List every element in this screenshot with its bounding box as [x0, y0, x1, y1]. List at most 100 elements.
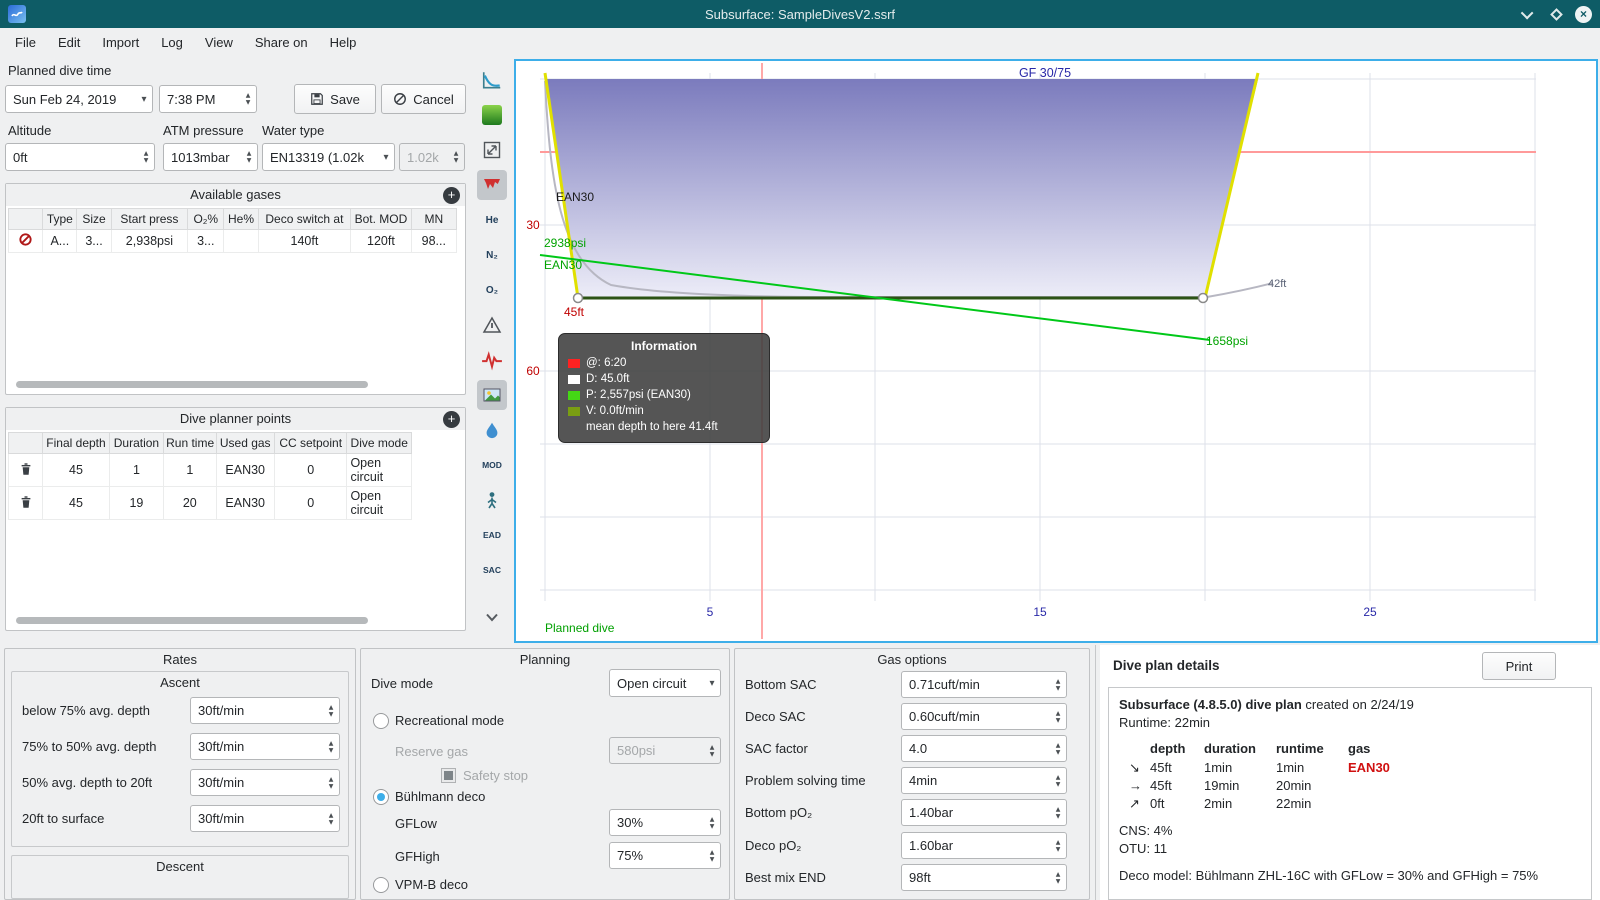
col-final-depth[interactable]: Final depth	[42, 432, 110, 454]
tissue-warning-icon[interactable]	[477, 310, 507, 340]
menu-help[interactable]: Help	[319, 30, 368, 55]
close-button[interactable]: ×	[1575, 5, 1592, 23]
deco-sac-spinbox[interactable]: 0.60cuft/min ▲ ▼	[901, 703, 1067, 730]
col-mnd[interactable]: MN	[410, 208, 458, 230]
print-button[interactable]: Print	[1482, 652, 1556, 680]
menu-file[interactable]: File	[4, 30, 47, 55]
gas-o2-cell[interactable]: 3...	[187, 229, 225, 253]
col-cc-setpoint[interactable]: CC setpoint	[273, 432, 348, 454]
add-point-button[interactable]: +	[443, 411, 460, 428]
col-run-time[interactable]: Run time	[163, 432, 217, 454]
altitude-spinbox[interactable]: 0ft ▲ ▼	[5, 143, 155, 171]
pp-n2-icon[interactable]: N₂	[477, 240, 507, 270]
ascent-rate-spinbox[interactable]: 30ft/min ▲ ▼	[190, 697, 340, 724]
spinner-arrows-icon[interactable]: ▲ ▼	[1050, 768, 1066, 793]
photos-icon[interactable]	[477, 380, 507, 410]
remove-cylinder-icon[interactable]	[18, 232, 33, 247]
col-delete[interactable]	[7, 432, 44, 454]
gas-table-row[interactable]: A... 3... 2,938psi 3... 140ft 120ft 98..…	[7, 229, 458, 253]
spinner-arrows-icon[interactable]: ▲ ▼	[138, 144, 154, 170]
deco-po2-spinbox[interactable]: 1.60bar ▲ ▼	[901, 832, 1067, 859]
spinner-arrows-icon[interactable]: ▲ ▼	[1050, 704, 1066, 729]
bottom-po2-spinbox[interactable]: 1.40bar ▲ ▼	[901, 799, 1067, 826]
spinner-arrows-icon[interactable]: ▲ ▼	[240, 86, 256, 112]
planner-point-row[interactable]: 45 1 1 EAN30 0 Open circuit	[7, 453, 412, 487]
sac-icon[interactable]: SAC	[477, 555, 507, 585]
dive-mode-select[interactable]: Open circuit ▾	[609, 669, 721, 697]
point-mode-cell[interactable]: Open circuit	[346, 486, 412, 520]
ascent-rate-spinbox[interactable]: 30ft/min ▲ ▼	[190, 733, 340, 760]
menu-view[interactable]: View	[194, 30, 244, 55]
point-runtime-cell[interactable]: 1	[163, 453, 217, 487]
ndl-tts-icon[interactable]	[477, 485, 507, 515]
spinner-arrows-icon[interactable]: ▲ ▼	[323, 806, 339, 831]
point-setpoint-cell[interactable]: 0	[273, 486, 348, 520]
gas-deco-switch-cell[interactable]: 140ft	[257, 229, 352, 253]
col-start-press[interactable]: Start press	[110, 208, 189, 230]
trash-icon[interactable]	[19, 462, 33, 476]
spinner-arrows-icon[interactable]: ▲ ▼	[323, 698, 339, 723]
atm-pressure-spinbox[interactable]: 1013mbar ▲ ▼	[163, 143, 258, 171]
water-type-select[interactable]: EN13319 (1.02k ▾	[262, 143, 395, 171]
menu-share-on[interactable]: Share on	[244, 30, 319, 55]
point-runtime-cell[interactable]: 20	[163, 486, 217, 520]
planner-handle[interactable]	[572, 292, 584, 304]
maximize-button[interactable]	[1547, 5, 1565, 23]
ead-icon[interactable]: EAD	[477, 520, 507, 550]
point-depth-cell[interactable]: 45	[42, 486, 110, 520]
ascent-rate-spinbox[interactable]: 30ft/min ▲ ▼	[190, 769, 340, 796]
gas-start-press-cell[interactable]: 2,938psi	[110, 229, 189, 253]
menu-edit[interactable]: Edit	[47, 30, 91, 55]
col-used-gas[interactable]: Used gas	[215, 432, 275, 454]
spinner-arrows-icon[interactable]: ▲ ▼	[1050, 833, 1066, 858]
col-size[interactable]: Size	[76, 208, 112, 230]
horizontal-scrollbar[interactable]	[16, 381, 368, 388]
gflow-spinbox[interactable]: 30% ▲ ▼	[609, 809, 721, 836]
add-gas-button[interactable]: +	[443, 187, 460, 204]
dive-profile-widget[interactable]: GF 30/75 EAN30 2938psi EAN30 45ft 42ft 1…	[514, 59, 1598, 643]
menu-import[interactable]: Import	[91, 30, 150, 55]
dive-date-select[interactable]: Sun Feb 24, 2019 ▾	[5, 85, 153, 113]
bottom-sac-spinbox[interactable]: 0.71cuft/min ▲ ▼	[901, 671, 1067, 698]
spinner-arrows-icon[interactable]: ▲ ▼	[1050, 672, 1066, 697]
col-bot-mod[interactable]: Bot. MOD	[350, 208, 412, 230]
dive-time-spinbox[interactable]: 7:38 PM ▲ ▼	[159, 85, 257, 113]
point-gas-cell[interactable]: EAN30	[215, 453, 275, 487]
spinner-arrows-icon[interactable]: ▲ ▼	[323, 734, 339, 759]
spinner-arrows-icon[interactable]: ▲ ▼	[704, 810, 720, 835]
col-remove[interactable]	[7, 208, 44, 230]
spinner-arrows-icon[interactable]: ▲ ▼	[323, 770, 339, 795]
point-mode-cell[interactable]: Open circuit	[346, 453, 412, 487]
point-gas-cell[interactable]: EAN30	[215, 486, 275, 520]
best-mix-end-spinbox[interactable]: 98ft ▲ ▼	[901, 864, 1067, 891]
trash-icon[interactable]	[19, 495, 33, 509]
col-deco-switch[interactable]: Deco switch at	[257, 208, 352, 230]
spinner-arrows-icon[interactable]: ▲ ▼	[1050, 865, 1066, 890]
point-depth-cell[interactable]: 45	[42, 453, 110, 487]
tissue-heatmap-icon[interactable]	[477, 100, 507, 130]
heart-rate-icon[interactable]	[477, 345, 507, 375]
col-he[interactable]: He%	[223, 208, 259, 230]
col-duration[interactable]: Duration	[108, 432, 165, 454]
gas-density-icon[interactable]	[477, 415, 507, 445]
col-dive-mode[interactable]: Dive mode	[346, 432, 412, 454]
planner-handle[interactable]	[1197, 292, 1209, 304]
gas-size-cell[interactable]: 3...	[76, 229, 112, 253]
horizontal-scrollbar[interactable]	[16, 617, 368, 624]
mod-icon[interactable]: MOD	[477, 450, 507, 480]
sac-factor-spinbox[interactable]: 4.0 ▲ ▼	[901, 735, 1067, 762]
point-duration-cell[interactable]: 1	[108, 453, 165, 487]
dc-ceiling-icon[interactable]	[477, 170, 507, 200]
pp-he-icon[interactable]: He	[477, 205, 507, 235]
gas-mnd-cell[interactable]: 98...	[410, 229, 458, 253]
gfhigh-spinbox[interactable]: 75% ▲ ▼	[609, 842, 721, 869]
save-button[interactable]: Save	[294, 84, 376, 114]
profile-graph-icon[interactable]	[477, 65, 507, 95]
spinner-arrows-icon[interactable]: ▲ ▼	[704, 843, 720, 868]
spinner-arrows-icon[interactable]: ▲ ▼	[1050, 736, 1066, 761]
point-setpoint-cell[interactable]: 0	[273, 453, 348, 487]
col-o2[interactable]: O₂%	[187, 208, 225, 230]
ascent-rate-spinbox[interactable]: 30ft/min ▲ ▼	[190, 805, 340, 832]
point-duration-cell[interactable]: 19	[108, 486, 165, 520]
pp-o2-icon[interactable]: O₂	[477, 275, 507, 305]
